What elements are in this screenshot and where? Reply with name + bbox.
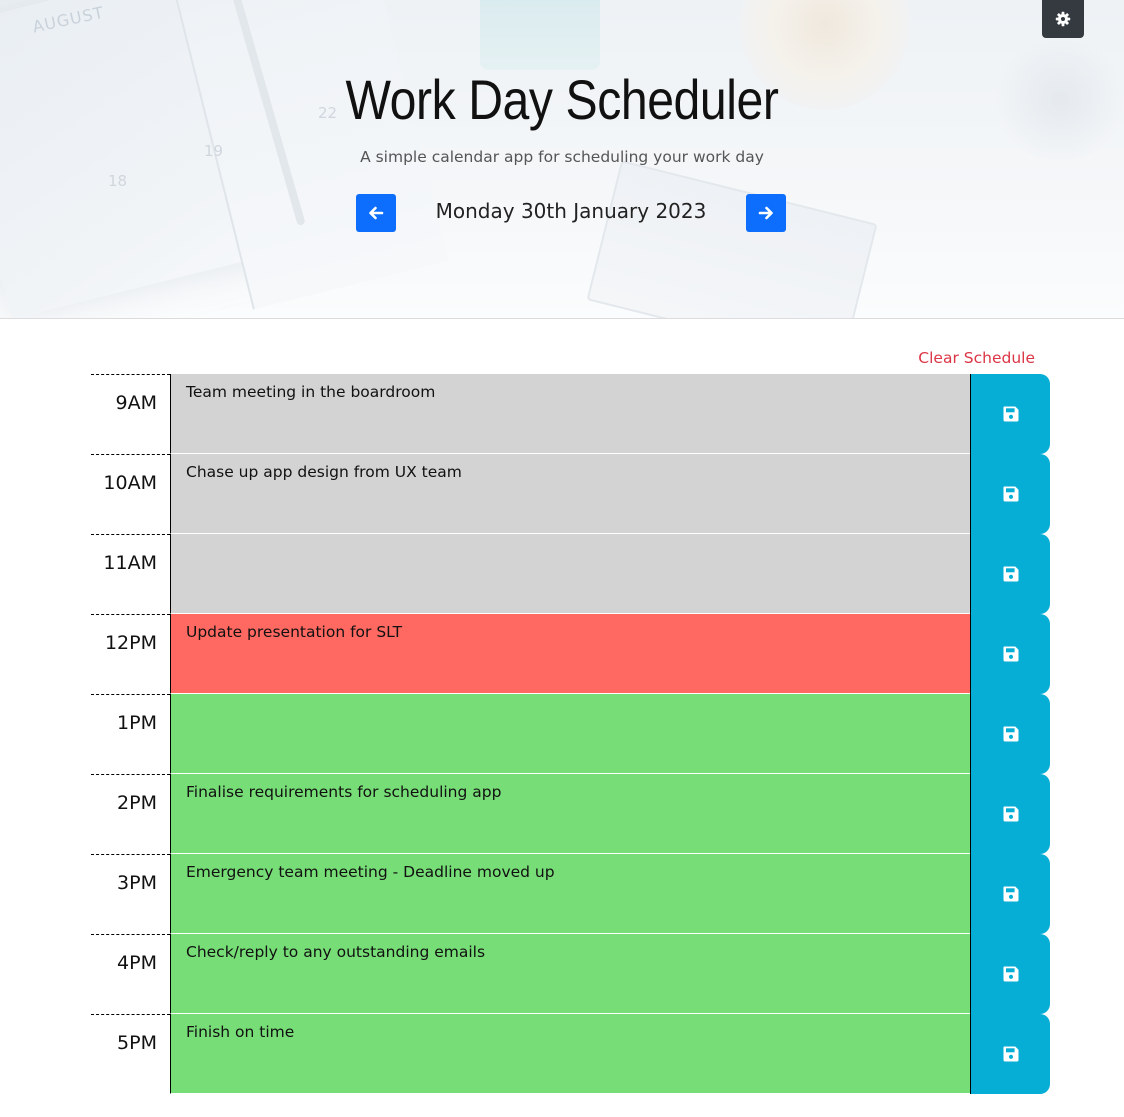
save-button[interactable]: [970, 454, 1050, 534]
task-input[interactable]: Emergency team meeting - Deadline moved …: [170, 854, 970, 934]
floppy-disk-icon: [1002, 486, 1018, 502]
time-block: 2PM Finalise requirements for scheduling…: [91, 774, 1050, 854]
task-input[interactable]: [170, 534, 970, 614]
save-button[interactable]: [970, 1014, 1050, 1094]
hour-label: 5PM: [91, 1014, 170, 1094]
hour-label: 9AM: [91, 374, 170, 454]
header-jumbotron: AUGUST 22 19 18 Work Day Scheduler A sim…: [0, 0, 1124, 319]
floppy-disk-icon: [1002, 726, 1018, 742]
floppy-disk-icon: [1002, 806, 1018, 822]
page-title: Work Day Scheduler: [345, 68, 779, 131]
time-block: 11AM: [91, 534, 1050, 614]
save-button[interactable]: [970, 774, 1050, 854]
floppy-disk-icon: [1002, 646, 1018, 662]
hour-label: 3PM: [91, 854, 170, 934]
background-number: 18: [108, 172, 128, 190]
save-button[interactable]: [970, 854, 1050, 934]
time-block: 3PM Emergency team meeting - Deadline mo…: [91, 854, 1050, 934]
task-input[interactable]: Check/reply to any outstanding emails: [170, 934, 970, 1014]
save-button[interactable]: [970, 934, 1050, 1014]
time-block: 5PM Finish on time: [91, 1014, 1050, 1094]
task-input[interactable]: Chase up app design from UX team: [170, 454, 970, 534]
previous-day-button[interactable]: [356, 194, 396, 232]
save-button[interactable]: [970, 374, 1050, 454]
time-block: 10AM Chase up app design from UX team: [91, 454, 1050, 534]
hour-label: 10AM: [91, 454, 170, 534]
clear-schedule-button[interactable]: Clear Schedule: [918, 349, 1035, 367]
task-input[interactable]: Update presentation for SLT: [170, 614, 970, 694]
settings-button[interactable]: [1042, 0, 1084, 38]
hour-label: 4PM: [91, 934, 170, 1014]
time-block: 4PM Check/reply to any outstanding email…: [91, 934, 1050, 1014]
task-input[interactable]: Finish on time: [170, 1014, 970, 1094]
time-block: 12PM Update presentation for SLT: [91, 614, 1050, 694]
save-button[interactable]: [970, 614, 1050, 694]
save-button[interactable]: [970, 534, 1050, 614]
hour-label: 12PM: [91, 614, 170, 694]
next-day-button[interactable]: [746, 194, 786, 232]
background-phone: [480, 0, 600, 70]
background-laptop: [586, 160, 878, 318]
task-input[interactable]: Finalise requirements for scheduling app: [170, 774, 970, 854]
task-input[interactable]: Team meeting in the boardroom: [170, 374, 970, 454]
hour-label: 2PM: [91, 774, 170, 854]
task-input[interactable]: [170, 694, 970, 774]
floppy-disk-icon: [1002, 406, 1018, 422]
current-date: Monday 30th January 2023: [435, 199, 707, 223]
arrow-left-icon: [369, 206, 384, 220]
save-button[interactable]: [970, 694, 1050, 774]
floppy-disk-icon: [1002, 886, 1018, 902]
time-block: 1PM: [91, 694, 1050, 774]
floppy-disk-icon: [1002, 966, 1018, 982]
hour-label: 1PM: [91, 694, 170, 774]
floppy-disk-icon: [1002, 1046, 1018, 1062]
schedule-list: 9AM Team meeting in the boardroom 10AM C…: [91, 374, 1050, 1094]
time-block: 9AM Team meeting in the boardroom: [91, 374, 1050, 454]
hour-label: 11AM: [91, 534, 170, 614]
arrow-right-icon: [758, 206, 773, 220]
gear-icon: [1055, 11, 1071, 27]
floppy-disk-icon: [1002, 566, 1018, 582]
background-month-text: AUGUST: [30, 2, 106, 37]
page-subtitle: A simple calendar app for scheduling you…: [360, 148, 764, 166]
